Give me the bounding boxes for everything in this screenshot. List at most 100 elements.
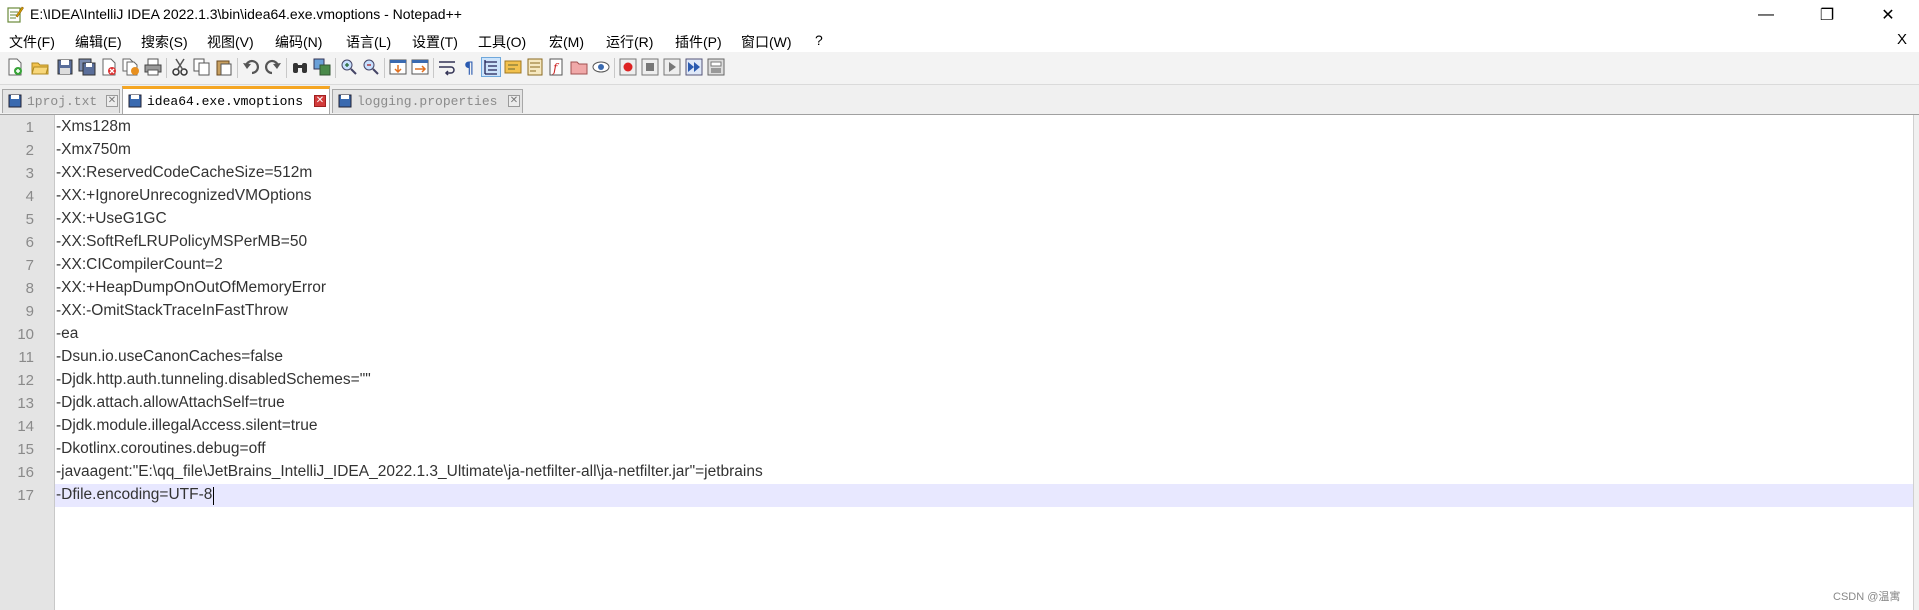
close-icon[interactable] bbox=[100, 58, 118, 76]
function-list-icon[interactable]: f bbox=[548, 58, 566, 76]
toolbar-separator bbox=[433, 58, 434, 78]
line-number: 17 bbox=[17, 487, 34, 504]
menu-file[interactable]: 文件(F) bbox=[9, 32, 55, 52]
play-macro-icon[interactable] bbox=[663, 58, 681, 76]
zoom-out-icon[interactable] bbox=[362, 58, 380, 76]
code-line[interactable]: -XX:+HeapDumpOnOutOfMemoryError bbox=[56, 279, 326, 297]
current-line-highlight bbox=[55, 484, 1913, 507]
sync-horizontal-icon[interactable] bbox=[411, 58, 429, 76]
menu-plugins[interactable]: 插件(P) bbox=[675, 32, 722, 52]
menu-edit[interactable]: 编辑(E) bbox=[75, 32, 122, 52]
notepadpp-app-icon bbox=[7, 6, 24, 23]
cut-icon[interactable] bbox=[171, 58, 189, 76]
menu-view[interactable]: 视图(V) bbox=[207, 32, 254, 52]
tab-label: 1proj.txt bbox=[27, 94, 98, 109]
line-number: 1 bbox=[25, 119, 34, 136]
svg-text:¶: ¶ bbox=[464, 58, 474, 76]
copy-icon[interactable] bbox=[193, 58, 211, 76]
tab-idea64-exe-vmoptions[interactable]: idea64.exe.vmoptions ✕ bbox=[122, 86, 330, 114]
save-macro-icon[interactable] bbox=[707, 58, 725, 76]
code-line[interactable]: -Xmx750m bbox=[56, 141, 131, 159]
code-line[interactable]: -XX:CICompilerCount=2 bbox=[56, 256, 223, 274]
line-number: 14 bbox=[17, 418, 34, 435]
code-line[interactable]: -Djdk.attach.allowAttachSelf=true bbox=[56, 394, 285, 412]
code-line[interactable]: -XX:+IgnoreUnrecognizedVMOptions bbox=[56, 187, 311, 205]
line-number: 15 bbox=[17, 441, 34, 458]
tab-label: idea64.exe.vmoptions bbox=[147, 94, 304, 109]
tab-logging-properties[interactable]: logging.properties ✕ bbox=[332, 89, 523, 113]
tab-close-icon[interactable]: ✕ bbox=[106, 95, 118, 107]
record-macro-icon[interactable] bbox=[619, 58, 637, 76]
run-macro-multiple-icon[interactable] bbox=[685, 58, 703, 76]
language-icon[interactable] bbox=[504, 58, 522, 76]
redo-icon[interactable] bbox=[264, 58, 282, 76]
title-bar: E:\IDEA\IntelliJ IDEA 2022.1.3\bin\idea6… bbox=[0, 0, 1919, 30]
line-number: 5 bbox=[25, 211, 34, 228]
line-number: 16 bbox=[17, 464, 34, 481]
tab-1proj-txt[interactable]: 1proj.txt ✕ bbox=[2, 89, 120, 113]
monitoring-icon[interactable] bbox=[592, 58, 610, 76]
text-caret bbox=[213, 487, 214, 505]
minimize-button[interactable]: — bbox=[1743, 0, 1789, 30]
restore-icon: ❐ bbox=[1819, 7, 1835, 24]
editor-area[interactable]: 1 2 3 4 5 6 7 8 9 10 11 12 13 14 15 16 1… bbox=[0, 115, 1919, 610]
watermark: CSDN @温寓 bbox=[1833, 591, 1901, 603]
menu-help[interactable]: ? bbox=[815, 32, 823, 48]
minimize-icon: — bbox=[1758, 6, 1774, 23]
code-line[interactable]: -ea bbox=[56, 325, 78, 343]
saved-file-icon bbox=[8, 94, 22, 108]
find-icon[interactable] bbox=[291, 58, 309, 76]
zoom-in-icon[interactable] bbox=[340, 58, 358, 76]
menu-window[interactable]: 窗口(W) bbox=[741, 32, 792, 52]
code-line[interactable]: -Dfile.encoding=UTF-8 bbox=[56, 486, 212, 504]
line-number: 7 bbox=[25, 257, 34, 274]
replace-icon[interactable] bbox=[313, 58, 331, 76]
code-line[interactable]: -Djdk.http.auth.tunneling.disabledScheme… bbox=[56, 371, 371, 389]
toolbar-separator bbox=[614, 58, 615, 78]
line-number: 6 bbox=[25, 234, 34, 251]
line-number: 12 bbox=[17, 372, 34, 389]
code-line[interactable]: -javaagent:"E:\qq_file\JetBrains_Intelli… bbox=[56, 463, 763, 481]
stop-macro-icon[interactable] bbox=[641, 58, 659, 76]
menu-macro[interactable]: 宏(M) bbox=[549, 32, 584, 52]
close-icon: ✕ bbox=[1881, 7, 1895, 24]
code-line[interactable]: -Dsun.io.useCanonCaches=false bbox=[56, 348, 283, 366]
line-number-gutter: 1 2 3 4 5 6 7 8 9 10 11 12 13 14 15 16 1… bbox=[0, 115, 55, 610]
folder-workspace-icon[interactable] bbox=[570, 58, 588, 76]
toolbar-separator bbox=[166, 58, 167, 78]
menu-settings[interactable]: 设置(T) bbox=[412, 32, 458, 52]
line-number: 10 bbox=[17, 326, 34, 343]
word-wrap-icon[interactable] bbox=[438, 58, 456, 76]
menu-language[interactable]: 语言(L) bbox=[346, 32, 391, 52]
save-icon[interactable] bbox=[56, 58, 74, 76]
print-icon[interactable] bbox=[144, 58, 162, 76]
paste-icon[interactable] bbox=[215, 58, 233, 76]
tab-close-icon[interactable]: ✕ bbox=[508, 95, 520, 107]
sync-vertical-icon[interactable] bbox=[389, 58, 407, 76]
code-line[interactable]: -XX:+UseG1GC bbox=[56, 210, 167, 228]
menu-tools[interactable]: 工具(O) bbox=[478, 32, 526, 52]
save-all-icon[interactable] bbox=[78, 58, 96, 76]
code-line[interactable]: -XX:SoftRefLRUPolicyMSPerMB=50 bbox=[56, 233, 307, 251]
show-all-chars-icon[interactable]: ¶ bbox=[460, 58, 478, 76]
menu-run[interactable]: 运行(R) bbox=[606, 32, 653, 52]
window-title: E:\IDEA\IntelliJ IDEA 2022.1.3\bin\idea6… bbox=[30, 6, 462, 22]
new-file-icon[interactable] bbox=[6, 58, 24, 76]
open-file-icon[interactable] bbox=[31, 58, 49, 76]
undo-icon[interactable] bbox=[242, 58, 260, 76]
menu-search[interactable]: 搜索(S) bbox=[141, 32, 188, 52]
doc-map-icon[interactable] bbox=[526, 58, 544, 76]
code-line[interactable]: -Xms128m bbox=[56, 118, 131, 136]
code-line[interactable]: -XX:-OmitStackTraceInFastThrow bbox=[56, 302, 288, 320]
menu-encoding[interactable]: 编码(N) bbox=[275, 32, 322, 52]
indent-guide-icon[interactable] bbox=[481, 57, 501, 77]
line-number: 13 bbox=[17, 395, 34, 412]
tab-close-icon[interactable]: ✕ bbox=[314, 95, 326, 107]
code-line[interactable]: -XX:ReservedCodeCacheSize=512m bbox=[56, 164, 312, 182]
close-window-button[interactable]: ✕ bbox=[1865, 0, 1911, 30]
maximize-button[interactable]: ❐ bbox=[1804, 0, 1850, 30]
close-all-icon[interactable] bbox=[122, 58, 140, 76]
code-line[interactable]: -Dkotlinx.coroutines.debug=off bbox=[56, 440, 266, 458]
close-document-button[interactable]: X bbox=[1897, 31, 1907, 48]
code-line[interactable]: -Djdk.module.illegalAccess.silent=true bbox=[56, 417, 317, 435]
